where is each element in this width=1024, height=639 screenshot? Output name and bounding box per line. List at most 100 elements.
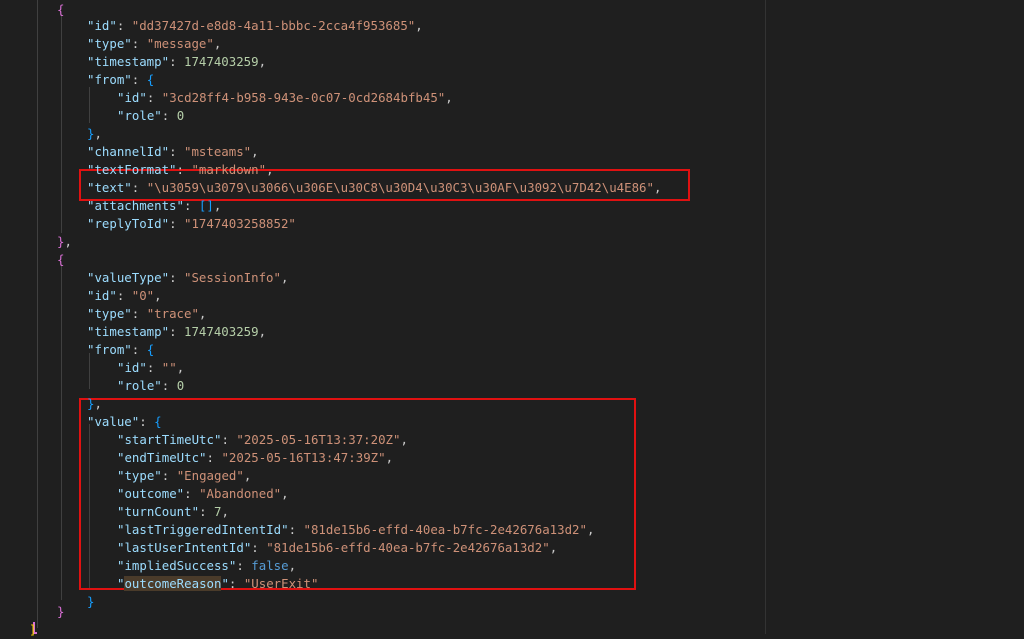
code-token: "lastTriggeredIntentId" <box>117 522 289 537</box>
code-line[interactable]: "outcomeReason": "UserExit" <box>117 575 318 593</box>
code-line[interactable]: }, <box>57 233 72 251</box>
code-token: , <box>221 504 229 519</box>
code-token: , <box>288 558 297 573</box>
code-token: { <box>146 342 155 357</box>
code-token: "2025-05-16T13:47:39Z" <box>221 450 386 465</box>
code-token: , <box>385 450 394 465</box>
code-line[interactable]: "channelId": "msteams", <box>87 143 259 161</box>
code-token: "type" <box>87 36 132 51</box>
code-token: : <box>161 108 177 123</box>
code-token: { <box>57 252 65 267</box>
code-token: "type" <box>117 468 162 483</box>
code-token: "impliedSuccess" <box>117 558 237 573</box>
code-token: "81de15b6-effd-40ea-b7fc-2e42676a13d2" <box>266 540 550 555</box>
code-line[interactable]: "replyToId": "1747403258852" <box>87 215 296 233</box>
code-token: : <box>131 306 147 321</box>
code-token: } <box>57 604 65 619</box>
code-token: : <box>146 360 162 375</box>
code-token: , <box>400 432 408 447</box>
code-line[interactable]: "impliedSuccess": false, <box>117 557 296 575</box>
code-line[interactable]: "role": 0 <box>117 377 184 395</box>
code-token: : <box>228 576 244 591</box>
code-line[interactable]: { <box>57 251 64 269</box>
code-line[interactable]: "textFormat": "markdown", <box>87 161 274 179</box>
code-line[interactable]: "turnCount": 7, <box>117 503 229 521</box>
code-line[interactable]: "valueType": "SessionInfo", <box>87 269 288 287</box>
code-token: "3cd28ff4-b958-943e-0c07-0cd2684bfb45" <box>161 90 446 105</box>
code-token: 1747403259 <box>183 324 259 339</box>
code-line[interactable]: }, <box>87 395 102 413</box>
code-token: "timestamp" <box>87 54 170 69</box>
code-token: , <box>445 90 453 105</box>
code-token: , <box>198 306 207 321</box>
code-line[interactable]: } <box>57 603 64 621</box>
code-token: "type" <box>87 306 132 321</box>
code-line[interactable]: "endTimeUtc": "2025-05-16T13:47:39Z", <box>117 449 393 467</box>
code-token: "from" <box>87 342 132 357</box>
code-line[interactable]: "from": { <box>87 71 154 89</box>
code-line[interactable]: "role": 0 <box>117 107 184 125</box>
code-token: "attachments" <box>87 198 184 213</box>
code-line[interactable]: ] <box>29 621 36 639</box>
code-token: "startTimeUtc" <box>117 432 222 447</box>
code-line[interactable]: "startTimeUtc": "2025-05-16T13:37:20Z", <box>117 431 408 449</box>
code-token: , <box>258 54 267 69</box>
code-line[interactable]: "text": "\u3059\u3079\u3066\u306E\u30C8\… <box>87 179 661 197</box>
indent-guide <box>89 87 90 123</box>
code-line[interactable]: "id": "0", <box>87 287 162 305</box>
code-token: "role" <box>117 378 162 393</box>
code-line[interactable]: "from": { <box>87 341 154 359</box>
code-token: "id" <box>117 90 147 105</box>
code-token: : <box>169 216 184 231</box>
code-editor[interactable]: { "id": "dd37427d-e8d8-4a11-bbbc-2cca4f95… <box>0 0 1024 637</box>
code-token: "timestamp" <box>87 324 170 339</box>
code-line[interactable]: "type": "trace", <box>87 305 206 323</box>
code-token: : <box>116 18 132 33</box>
code-token: "trace" <box>146 306 199 321</box>
code-token: : <box>131 342 147 357</box>
code-token: "markdown" <box>191 162 267 177</box>
code-line[interactable]: "type": "Engaged", <box>117 467 251 485</box>
code-token: } <box>87 594 95 609</box>
code-token: "" <box>161 360 177 375</box>
code-line[interactable]: "id": "", <box>117 359 184 377</box>
code-line[interactable]: "id": "3cd28ff4-b958-943e-0c07-0cd2684bf… <box>117 89 453 107</box>
code-line[interactable]: { <box>57 1 64 19</box>
code-token: 1747403259 <box>183 54 259 69</box>
code-line[interactable]: "type": "message", <box>87 35 221 53</box>
code-token: : <box>161 468 177 483</box>
editor-ruler <box>765 0 766 634</box>
code-token: : <box>288 522 304 537</box>
code-token: { <box>57 2 65 17</box>
code-token: "channelId" <box>87 144 170 159</box>
code-line[interactable]: "id": "dd37427d-e8d8-4a11-bbbc-2cca4f953… <box>87 17 423 35</box>
code-token: "lastUserIntentId" <box>117 540 252 555</box>
code-line[interactable]: "value": { <box>87 413 162 431</box>
code-token: "text" <box>87 180 132 195</box>
code-token: , <box>243 468 252 483</box>
code-token: "0" <box>131 288 155 303</box>
code-token: , <box>653 180 662 195</box>
code-token: "2025-05-16T13:37:20Z" <box>236 432 401 447</box>
code-line[interactable]: "outcome": "Abandoned", <box>117 485 289 503</box>
code-token: [] <box>198 198 214 213</box>
code-line[interactable]: "timestamp": 1747403259, <box>87 53 266 71</box>
indent-guide <box>61 264 62 600</box>
code-line[interactable]: }, <box>87 125 102 143</box>
code-token: : <box>116 288 132 303</box>
code-line[interactable]: "attachments": [], <box>87 197 221 215</box>
code-line[interactable]: "lastUserIntentId": "81de15b6-effd-40ea-… <box>117 539 557 557</box>
code-token: "\u3059\u3079\u3066\u306E\u30C8\u30D4\u3… <box>146 180 654 195</box>
code-token: , <box>64 234 72 249</box>
code-token: , <box>266 162 274 177</box>
code-token: , <box>94 126 102 141</box>
code-token: : <box>169 324 184 339</box>
code-token: "value" <box>87 414 140 429</box>
code-token: : <box>199 504 214 519</box>
code-token: "id" <box>87 18 117 33</box>
code-token: , <box>213 36 222 51</box>
code-line[interactable]: "lastTriggeredIntentId": "81de15b6-effd-… <box>117 521 594 539</box>
code-line[interactable]: "timestamp": 1747403259, <box>87 323 266 341</box>
code-token: 0 <box>176 378 185 393</box>
code-line[interactable]: } <box>87 593 94 611</box>
